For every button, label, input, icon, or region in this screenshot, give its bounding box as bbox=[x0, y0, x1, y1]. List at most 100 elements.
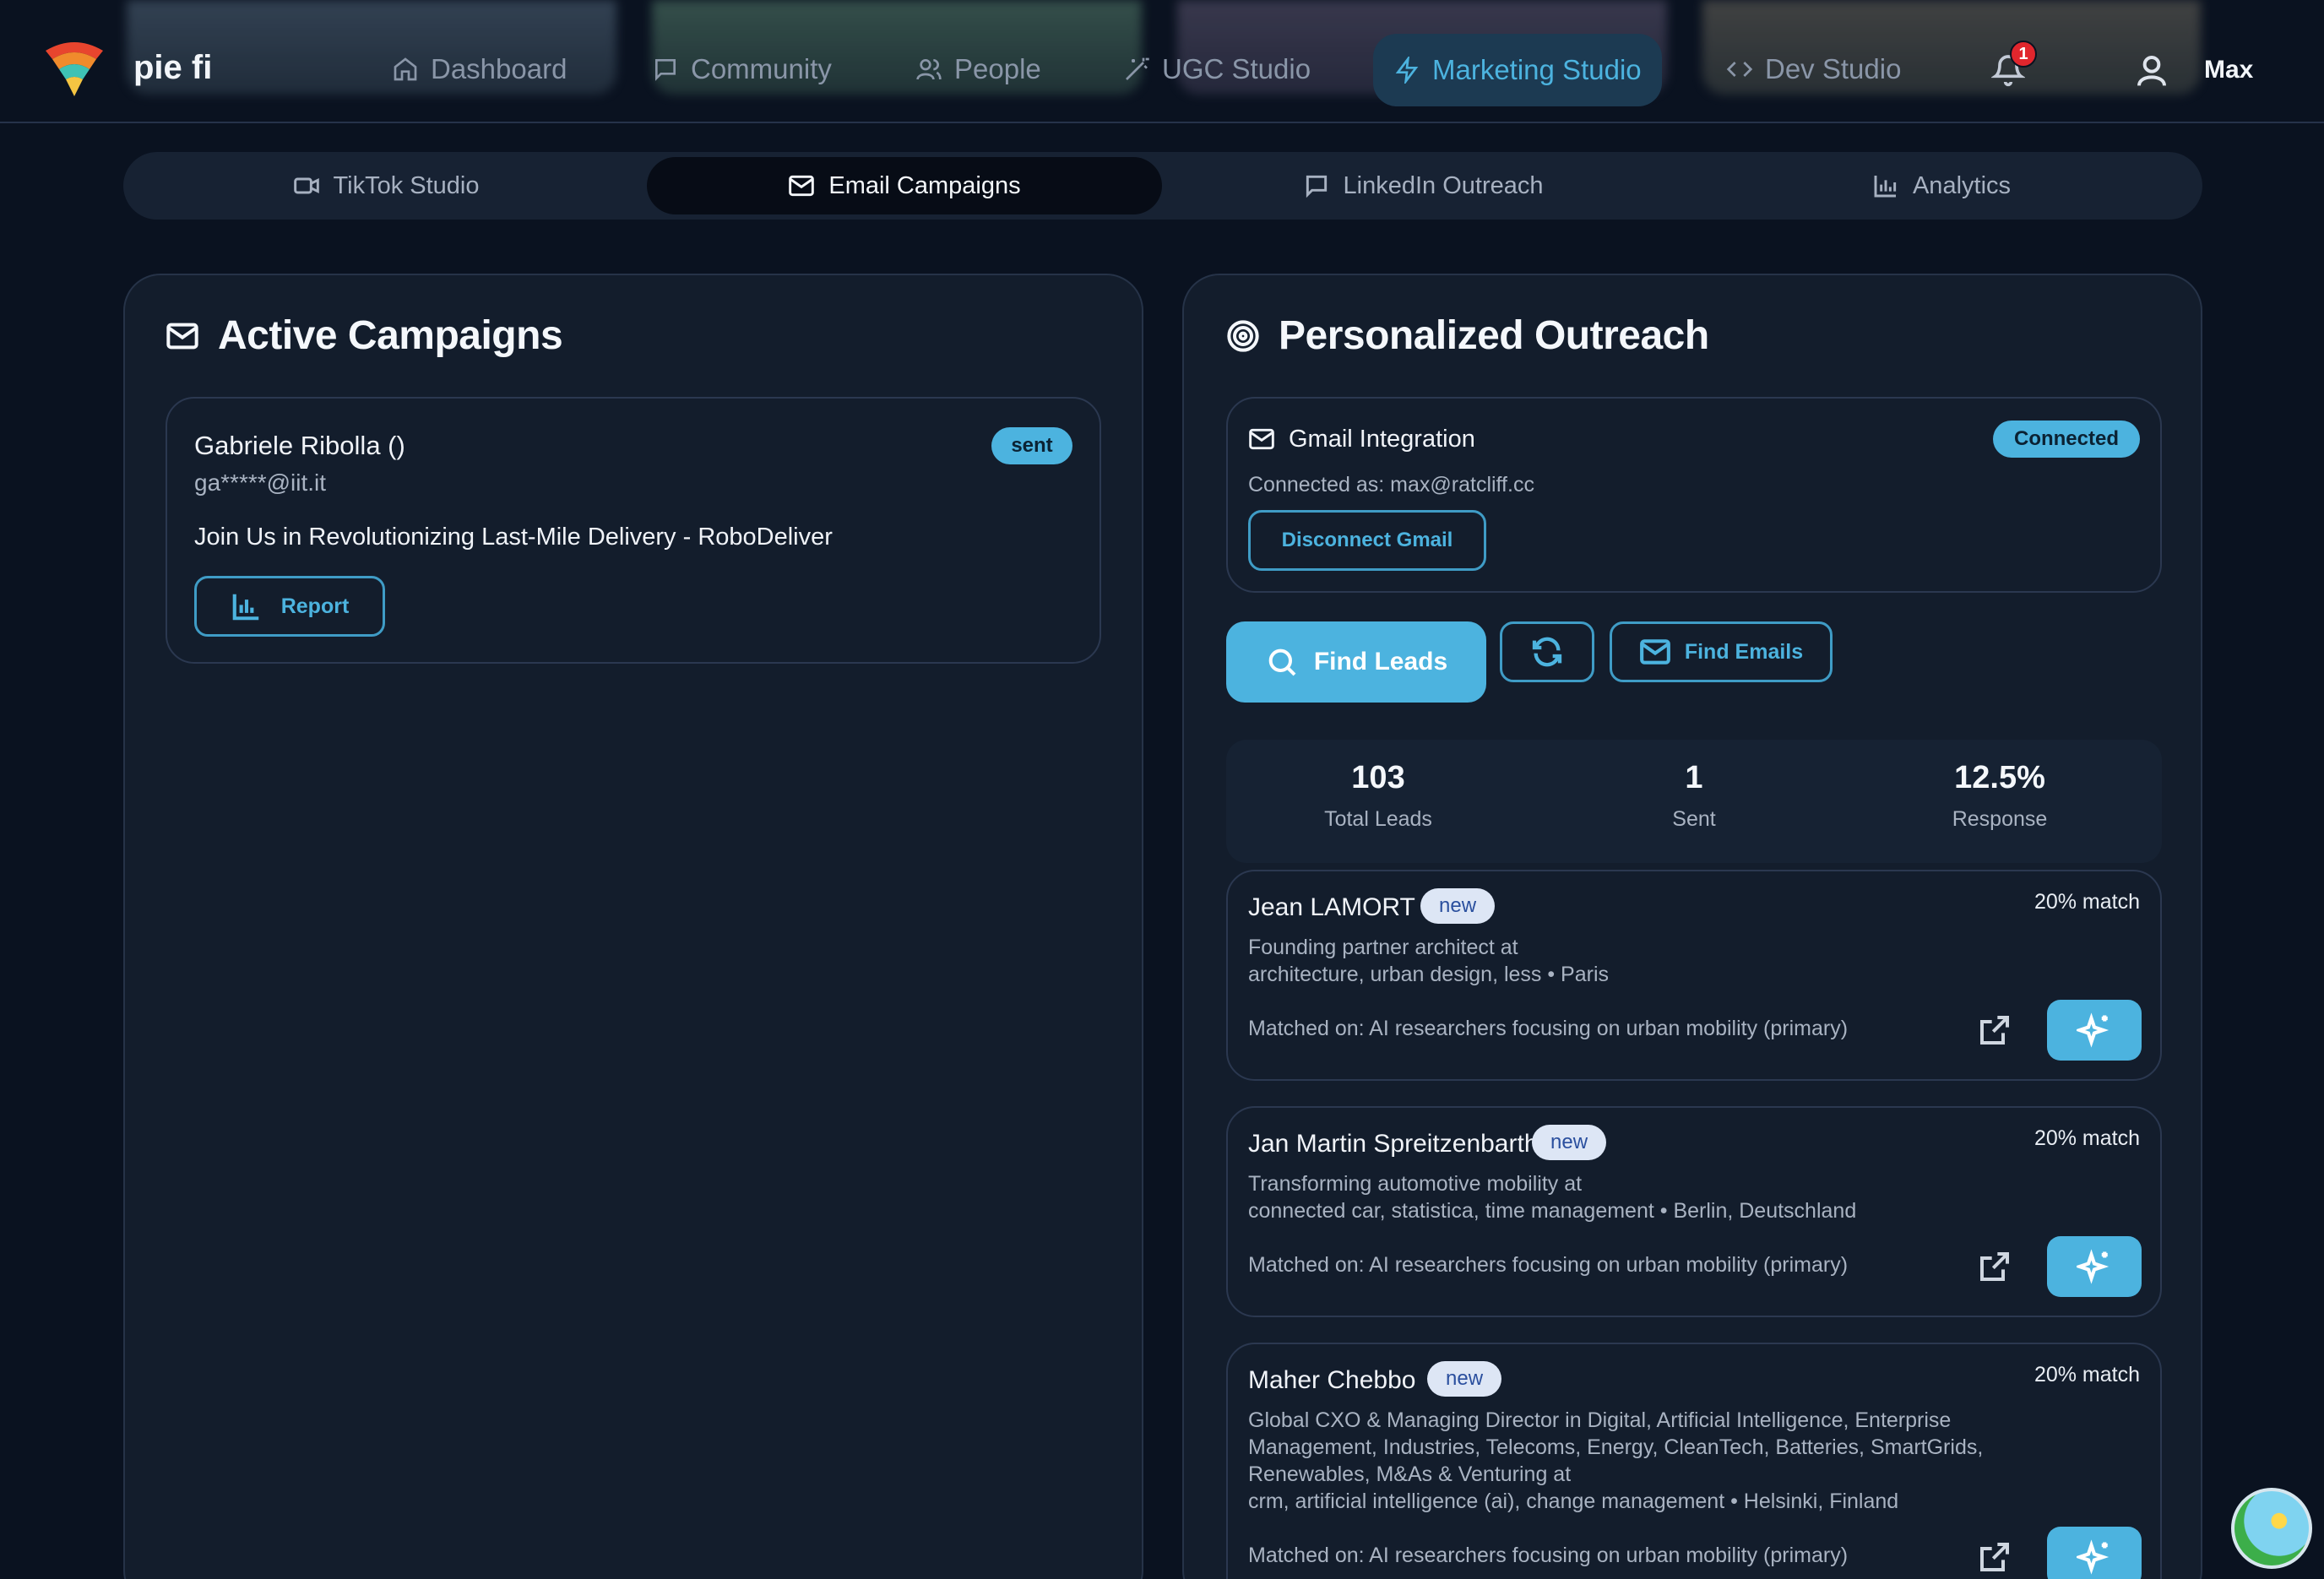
external-link-icon bbox=[1980, 1016, 2009, 1045]
tab-label: TikTok Studio bbox=[333, 171, 480, 199]
response-value: 12.5% bbox=[1954, 760, 2045, 795]
match-score: 20% match bbox=[2033, 890, 2140, 914]
sent-label: Sent bbox=[1672, 807, 1716, 831]
nav-ugc-studio[interactable]: UGC Studio bbox=[1123, 47, 1311, 91]
matched-on: Matched on: AI researchers focusing on u… bbox=[1248, 1253, 1849, 1277]
connection-status-badge: Connected bbox=[1993, 421, 2140, 458]
target-icon bbox=[1227, 319, 1259, 352]
lead-headline: Global CXO & Managing Director in Digita… bbox=[1248, 1408, 1984, 1486]
generate-email-button[interactable] bbox=[2047, 1236, 2142, 1297]
status-badge: sent bbox=[991, 427, 1072, 464]
disconnect-gmail-button[interactable]: Disconnect Gmail bbox=[1248, 510, 1486, 571]
sparkles-icon bbox=[2077, 1539, 2110, 1575]
report-button[interactable]: Report bbox=[194, 576, 385, 637]
response-label: Response bbox=[1952, 807, 2048, 831]
nav-people[interactable]: People bbox=[915, 47, 1041, 91]
lightning-icon bbox=[1395, 57, 1419, 84]
mail-icon bbox=[1249, 428, 1274, 450]
pie-fi-logo[interactable] bbox=[42, 37, 106, 100]
lead-details: connected car, statistica, time manageme… bbox=[1248, 1199, 1857, 1223]
nav-label: People bbox=[954, 53, 1041, 84]
open-profile-button[interactable] bbox=[1978, 1250, 2012, 1283]
lead-details: architecture, urban design, less • Paris bbox=[1248, 963, 1610, 986]
lead-details: crm, artificial intelligence (ai), chang… bbox=[1248, 1489, 1899, 1513]
home-icon bbox=[394, 57, 417, 81]
total-leads-value: 103 bbox=[1351, 760, 1405, 795]
active-campaigns-header: Active Campaigns bbox=[166, 312, 563, 359]
open-profile-button[interactable] bbox=[1978, 1013, 2012, 1047]
user-icon bbox=[2137, 56, 2166, 86]
lead-card[interactable]: Maher Chebbo new 20% match Global CXO & … bbox=[1226, 1343, 2162, 1579]
nav-label: Dashboard bbox=[431, 53, 567, 84]
top-navigation-bar: pie fi Dashboard Community People UGC St… bbox=[0, 0, 2324, 123]
bar-chart-icon bbox=[232, 594, 258, 621]
tab-label: Analytics bbox=[1912, 171, 2012, 199]
match-score: 20% match bbox=[2033, 1363, 2140, 1386]
lead-headline: Transforming automotive mobility at bbox=[1248, 1172, 1583, 1196]
tab-linkedin-outreach[interactable]: LinkedIn Outreach bbox=[1165, 157, 1681, 214]
code-icon bbox=[1726, 62, 1753, 77]
username[interactable]: Max bbox=[2204, 56, 2253, 84]
nav-marketing-studio[interactable]: Marketing Studio bbox=[1373, 34, 1662, 106]
message-square-icon bbox=[655, 59, 676, 81]
lead-name: Jan Martin Spreitzenbarth bbox=[1248, 1130, 1539, 1158]
connected-account: Connected as: max@ratcliff.cc bbox=[1248, 473, 1534, 496]
recipient-name: Gabriele Ribolla () bbox=[194, 431, 405, 460]
campaign-card[interactable]: Gabriele Ribolla () sent ga*****@iit.it … bbox=[166, 397, 1101, 664]
button-label: Find Leads bbox=[1313, 648, 1448, 676]
refresh-button[interactable] bbox=[1500, 621, 1594, 682]
matched-on: Matched on: AI researchers focusing on u… bbox=[1248, 1017, 1849, 1040]
sparkles-icon bbox=[2077, 1249, 2110, 1284]
open-profile-button[interactable] bbox=[1978, 1540, 2012, 1574]
user-profile-button[interactable] bbox=[2135, 52, 2169, 88]
assistant-avatar-button[interactable] bbox=[2231, 1488, 2312, 1569]
mail-icon bbox=[166, 323, 198, 349]
video-icon bbox=[293, 177, 319, 194]
tab-analytics[interactable]: Analytics bbox=[1684, 157, 2199, 214]
lead-status-badge: new bbox=[1532, 1125, 1607, 1160]
lead-card[interactable]: Jean LAMORT new 20% match Founding partn… bbox=[1226, 870, 2162, 1081]
nav-label: Marketing Studio bbox=[1432, 54, 1642, 85]
match-score: 20% match bbox=[2033, 1126, 2140, 1150]
notification-count-badge: 1 bbox=[2010, 41, 2037, 68]
total-leads-label: Total Leads bbox=[1324, 807, 1432, 831]
notifications-button[interactable]: 1 bbox=[1990, 41, 2037, 93]
personalized-outreach-panel: Personalized Outreach Gmail Integration … bbox=[1182, 274, 2202, 1579]
nav-dashboard[interactable]: Dashboard bbox=[392, 47, 567, 91]
generate-email-button[interactable] bbox=[2047, 1000, 2142, 1061]
gmail-integration-card: Gmail Integration Connected Connected as… bbox=[1226, 397, 2162, 593]
sparkles-icon bbox=[2077, 1012, 2110, 1048]
gmail-integration-title: Gmail Integration bbox=[1289, 426, 1475, 453]
panel-title: Personalized Outreach bbox=[1279, 313, 1709, 358]
nav-label: UGC Studio bbox=[1162, 53, 1311, 84]
generate-email-button[interactable] bbox=[2047, 1527, 2142, 1579]
lead-name: Maher Chebbo bbox=[1248, 1366, 1416, 1394]
brand-name: pie fi bbox=[133, 49, 213, 86]
find-emails-button[interactable]: Find Emails bbox=[1610, 621, 1833, 682]
refresh-icon bbox=[1532, 637, 1562, 667]
sent-value: 1 bbox=[1685, 760, 1703, 795]
nav-label: Dev Studio bbox=[1765, 53, 1902, 84]
button-label: Find Emails bbox=[1684, 639, 1804, 664]
nav-community[interactable]: Community bbox=[652, 47, 832, 91]
mail-icon bbox=[789, 175, 815, 197]
button-label: Report bbox=[280, 594, 350, 618]
tab-tiktok-studio[interactable]: TikTok Studio bbox=[128, 157, 643, 214]
lead-stats: 103 Total Leads 1 Sent 12.5% Response bbox=[1226, 740, 2162, 863]
external-link-icon bbox=[1980, 1543, 2009, 1571]
lead-card[interactable]: Jan Martin Spreitzenbarth new 20% match … bbox=[1226, 1106, 2162, 1317]
outreach-header: Personalized Outreach bbox=[1226, 312, 1709, 359]
recipient-email: ga*****@iit.it bbox=[194, 469, 327, 496]
search-icon bbox=[1268, 648, 1296, 676]
external-link-icon bbox=[1980, 1252, 2009, 1281]
studio-subtabs: TikTok Studio Email Campaigns LinkedIn O… bbox=[123, 152, 2202, 220]
tab-email-campaigns[interactable]: Email Campaigns bbox=[647, 157, 1162, 214]
magic-wand-icon bbox=[1126, 57, 1149, 80]
panel-title: Active Campaigns bbox=[218, 313, 563, 358]
lead-status-badge: new bbox=[1427, 1361, 1502, 1397]
find-leads-button[interactable]: Find Leads bbox=[1226, 621, 1486, 703]
nav-dev-studio[interactable]: Dev Studio bbox=[1726, 47, 1901, 91]
active-campaigns-panel: Active Campaigns Gabriele Ribolla () sen… bbox=[123, 274, 1143, 1579]
lead-name: Jean LAMORT bbox=[1248, 893, 1415, 921]
lead-headline: Founding partner architect at bbox=[1248, 936, 1518, 959]
